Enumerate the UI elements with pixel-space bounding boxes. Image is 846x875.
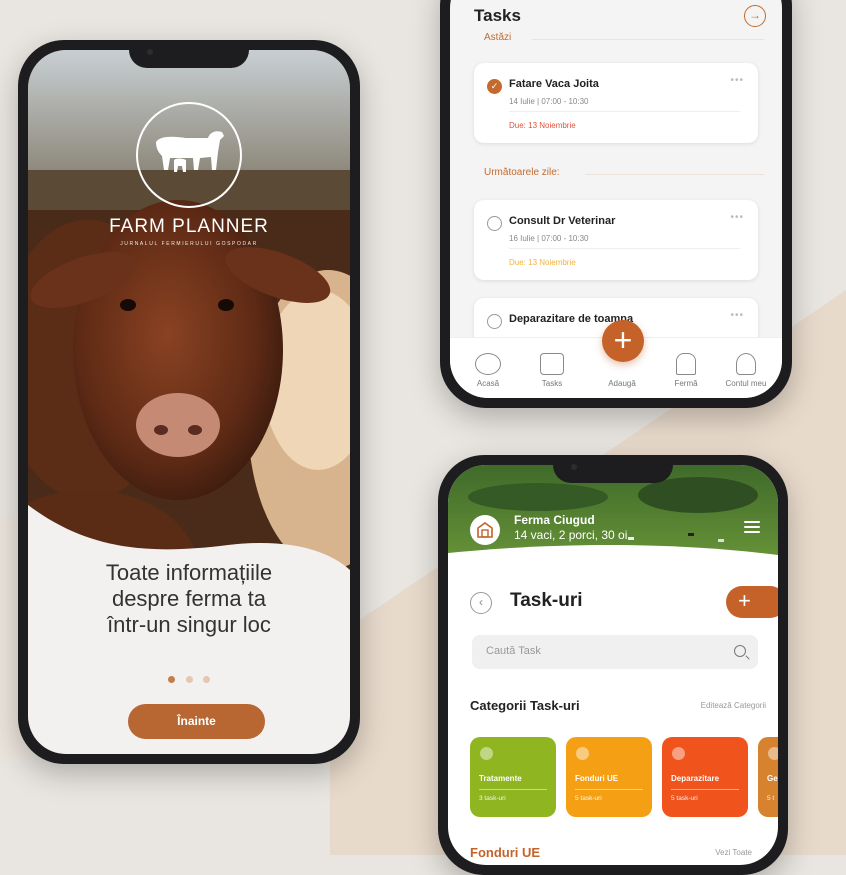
more-icon[interactable]: ••• xyxy=(730,310,744,321)
edit-categories-link[interactable]: Editează Categorii xyxy=(701,701,766,710)
divider xyxy=(575,789,643,790)
category-name: Fonduri UE xyxy=(575,774,619,783)
headline-line: despre ferma ta xyxy=(111,586,267,611)
tab-acasa[interactable]: Acasă xyxy=(458,353,518,388)
tab-adauga[interactable]: Adaugă xyxy=(592,379,652,388)
next-button[interactable]: Înainte xyxy=(128,704,265,739)
category-name: Deparazitare xyxy=(671,774,720,783)
back-icon[interactable]: ‹ xyxy=(470,592,492,614)
page-dot[interactable] xyxy=(185,676,193,683)
calendar-icon xyxy=(540,353,564,375)
page-indicator xyxy=(28,670,350,688)
add-task-button[interactable]: + xyxy=(726,586,778,618)
barn-icon xyxy=(676,353,696,375)
task-title: Consult Dr Veterinar xyxy=(509,215,616,227)
add-button[interactable]: + xyxy=(602,320,644,362)
tab-label: Acasă xyxy=(476,379,500,388)
divider xyxy=(585,174,764,175)
tab-contul-meu[interactable]: Contul meu xyxy=(716,353,776,388)
category-count: 3 task-uri xyxy=(479,795,506,802)
tab-label: Tasks xyxy=(541,379,563,388)
search-placeholder: Caută Task xyxy=(486,645,541,657)
category-count: 5 t xyxy=(767,795,775,802)
page-title: Task-uri xyxy=(510,590,583,611)
cow-logo-icon xyxy=(136,102,242,208)
tasklist-screen: Ferma Ciugud 14 vaci, 2 porci, 30 oi ‹ T… xyxy=(448,465,778,865)
task-due: Due: 13 Noiembrie xyxy=(509,258,576,267)
more-icon[interactable]: ••• xyxy=(730,212,744,223)
tasks-screen: Tasks → Astăzi ✓ Fatare Vaca Joita 14 Iu… xyxy=(450,0,782,398)
category-card[interactable]: Deparazitare 5 task-uri xyxy=(662,737,748,817)
task-time: 16 Iulie | 07:00 - 10:30 xyxy=(509,234,589,243)
see-all-link[interactable]: Vezi Toate xyxy=(715,848,752,857)
menu-icon[interactable] xyxy=(744,521,760,536)
divider xyxy=(671,789,739,790)
section-title: Fonduri UE xyxy=(470,845,541,860)
tab-label: Contul meu xyxy=(725,379,767,388)
checkbox-icon[interactable] xyxy=(487,216,502,231)
checkbox-icon[interactable] xyxy=(487,314,502,329)
tasks-phone: Tasks → Astăzi ✓ Fatare Vaca Joita 14 Iu… xyxy=(440,0,792,408)
section-today: Astăzi xyxy=(484,32,512,43)
category-icon xyxy=(480,747,493,760)
category-count: 5 task-uri xyxy=(671,795,698,802)
onboarding-screen: FARM PLANNER JURNALUL FERMIERULUI GOSPOD… xyxy=(28,50,350,754)
category-name: Tratamente xyxy=(479,774,522,783)
categories-title: Categorii Task-uri xyxy=(470,698,580,713)
divider xyxy=(479,789,547,790)
category-name: Ge xyxy=(767,774,778,783)
search-icon[interactable] xyxy=(734,645,746,657)
check-icon[interactable]: ✓ xyxy=(487,79,502,94)
category-icon xyxy=(576,747,589,760)
category-card[interactable]: Ge 5 t xyxy=(758,737,778,817)
onboarding-headline: Toate informațiile despre ferma ta într-… xyxy=(28,560,350,638)
more-icon[interactable]: ••• xyxy=(730,75,744,86)
brand-name: FARM PLANNER xyxy=(109,216,269,237)
phone-notch xyxy=(553,455,673,483)
divider xyxy=(509,248,740,249)
phone-notch xyxy=(129,40,249,68)
page-dot-active[interactable] xyxy=(168,676,176,683)
tab-label: Adaugă xyxy=(608,379,636,388)
home-cow-icon xyxy=(475,353,501,375)
page-dot[interactable] xyxy=(202,676,210,683)
farm-planner-logo: FARM PLANNER JURNALUL FERMIERULUI GOSPOD… xyxy=(28,102,350,247)
farm-stock: 14 vaci, 2 porci, 30 oi xyxy=(514,528,628,542)
divider xyxy=(532,39,764,40)
user-icon xyxy=(736,353,756,375)
task-time: 14 Iulie | 07:00 - 10:30 xyxy=(509,97,589,106)
search-input[interactable]: Caută Task xyxy=(472,635,758,669)
arrow-right-icon[interactable]: → xyxy=(744,5,766,27)
task-title: Fatare Vaca Joita xyxy=(509,78,599,90)
tab-tasks[interactable]: Tasks xyxy=(522,353,582,388)
tab-label: Fermă xyxy=(674,379,698,388)
brand-tagline: JURNALUL FERMIERULUI GOSPODAR xyxy=(120,241,258,247)
category-card[interactable]: Fonduri UE 5 task-uri xyxy=(566,737,652,817)
task-due: Due: 13 Noiembrie xyxy=(509,121,576,130)
divider xyxy=(509,111,740,112)
tab-bar: Acasă Tasks Adaugă + Fermă Contul meu xyxy=(450,320,782,398)
section-upcoming: Următoarele zile: xyxy=(484,167,560,178)
category-icon xyxy=(672,747,685,760)
category-icon xyxy=(768,747,778,760)
farm-name: Ferma Ciugud xyxy=(514,513,595,527)
tab-ferma[interactable]: Fermă xyxy=(656,353,716,388)
page-title: Tasks xyxy=(474,6,521,25)
tasklist-phone: Ferma Ciugud 14 vaci, 2 porci, 30 oi ‹ T… xyxy=(438,455,788,875)
task-card[interactable]: Consult Dr Veterinar 16 Iulie | 07:00 - … xyxy=(474,200,758,280)
headline-line: într-un singur loc xyxy=(107,612,271,637)
headline-line: Toate informațiile xyxy=(105,560,273,585)
category-count: 5 task-uri xyxy=(575,795,602,802)
task-card[interactable]: ✓ Fatare Vaca Joita 14 Iulie | 07:00 - 1… xyxy=(474,63,758,143)
barn-avatar-icon[interactable] xyxy=(470,515,500,545)
onboarding-phone: FARM PLANNER JURNALUL FERMIERULUI GOSPOD… xyxy=(18,40,360,764)
category-card[interactable]: Tratamente 3 task-uri xyxy=(470,737,556,817)
